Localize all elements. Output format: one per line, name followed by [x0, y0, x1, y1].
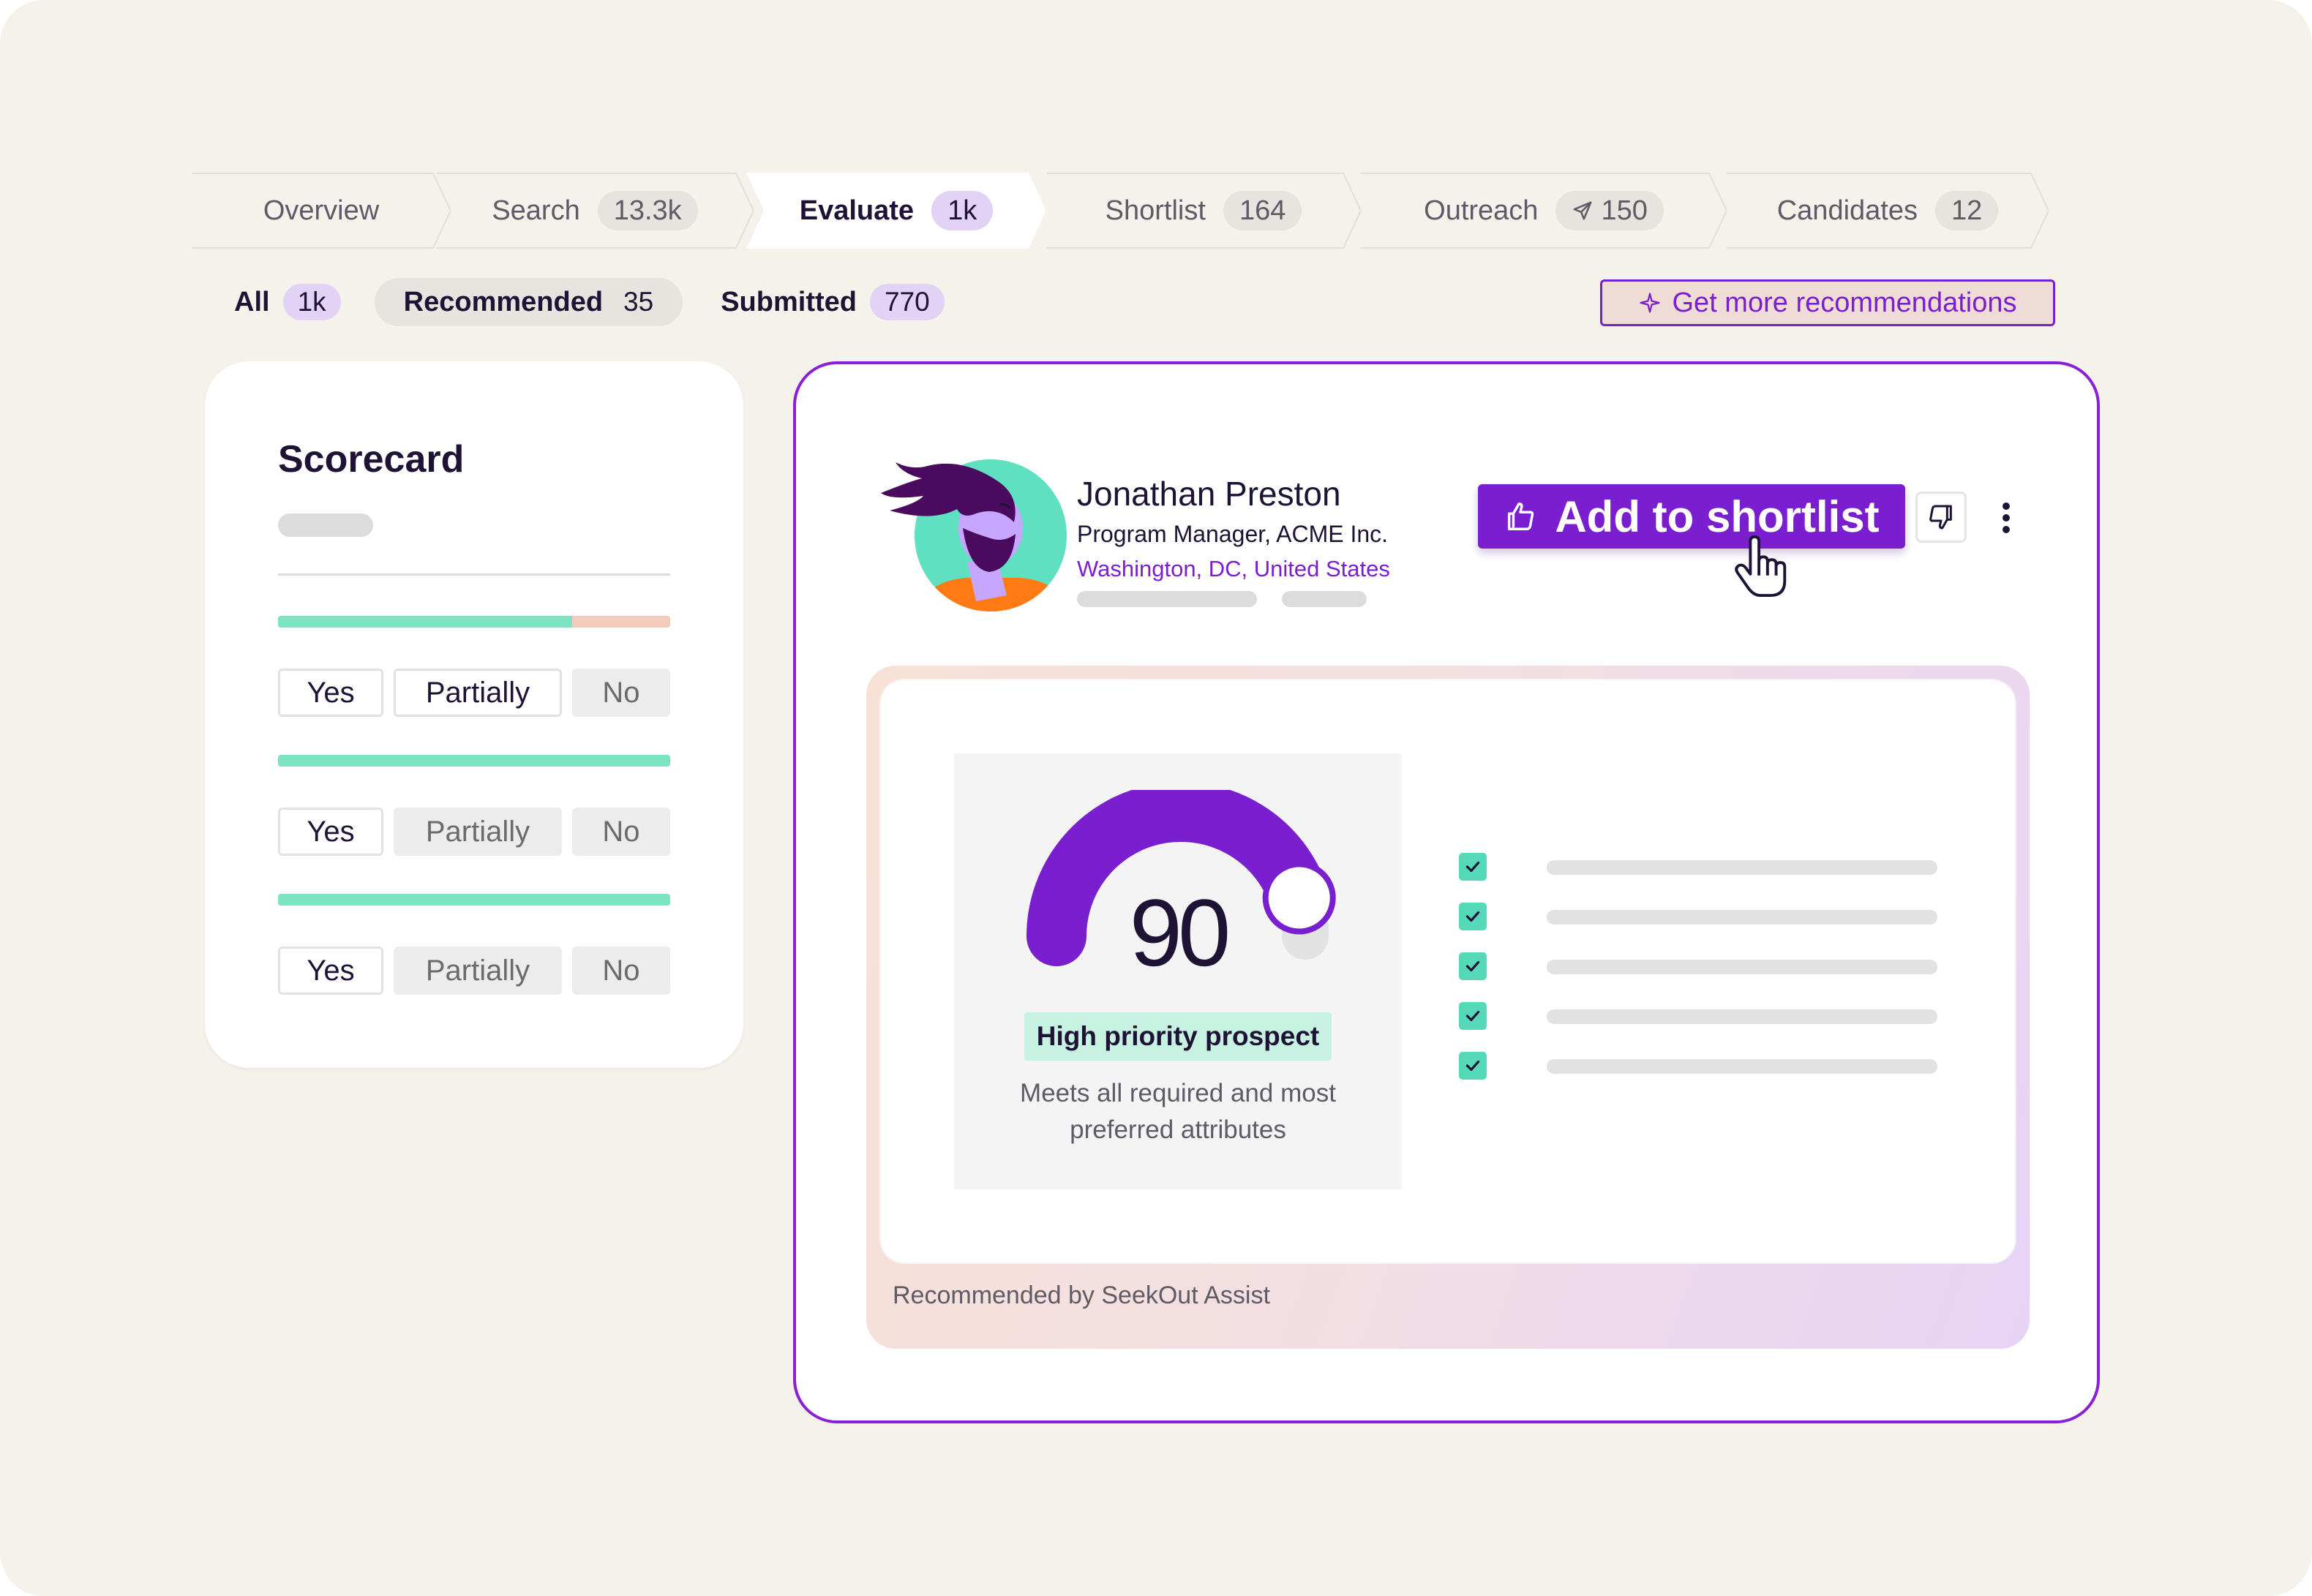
add-to-shortlist-button[interactable]: Add to shortlist [1478, 484, 1905, 549]
option-yes[interactable]: Yes [278, 669, 383, 717]
tab-shortlist[interactable]: Shortlist 164 [1046, 173, 1361, 249]
more-vertical-icon [2003, 502, 2010, 533]
filter-recommended[interactable]: Recommended 35 [374, 278, 683, 326]
placeholder-pill [278, 513, 373, 537]
assist-content: 90 High priority prospect Meets all requ… [881, 680, 2015, 1262]
candidate-title: Program Manager, ACME Inc. [1077, 521, 1389, 547]
option-no[interactable]: No [572, 946, 670, 995]
filter-label: Submitted [721, 286, 857, 317]
placeholder-line [1547, 1059, 1937, 1074]
get-more-label: Get more recommendations [1672, 287, 2017, 318]
send-icon [1573, 201, 1592, 220]
scorecard-panel: Scorecard Yes Partially No Yes Partially… [205, 361, 743, 1068]
tab-overview[interactable]: Overview [192, 173, 451, 249]
tab-label: Evaluate [799, 195, 915, 226]
checklist-item [1459, 853, 1942, 881]
tab-count: 1k [931, 191, 994, 230]
criterion-progress-bar [278, 616, 670, 628]
filter-count: 770 [869, 284, 945, 320]
dislike-button[interactable] [1915, 492, 1967, 543]
checklist-item [1459, 952, 1942, 980]
option-partially[interactable]: Partially [394, 946, 562, 995]
candidate-location: Washington, DC, United States [1077, 556, 1390, 581]
option-yes[interactable]: Yes [278, 946, 383, 995]
tab-count-value: 150 [1601, 195, 1648, 226]
seekout-assist-panel: 90 High priority prospect Meets all requ… [866, 666, 2030, 1349]
criterion-progress-bar [278, 755, 670, 767]
checkbox-checked-icon [1459, 903, 1487, 930]
more-options-button[interactable] [1992, 496, 2021, 540]
tab-label: Shortlist [1105, 195, 1206, 226]
filter-all[interactable]: All 1k [234, 278, 341, 326]
priority-badge: High priority prospect [1024, 1012, 1332, 1061]
tab-count: 150 [1555, 191, 1664, 230]
placeholder-line [1547, 960, 1937, 974]
filter-count: 35 [623, 287, 654, 317]
page: Overview Search 13.3k Evaluate 1k Shortl… [0, 0, 2312, 1596]
tab-candidates[interactable]: Candidates 12 [1727, 173, 2049, 249]
checklist-item [1459, 903, 1942, 930]
tab-count: 12 [1934, 191, 1999, 230]
thumbs-up-icon [1508, 502, 1534, 530]
shortlist-label: Add to shortlist [1555, 492, 1880, 541]
pipeline-stages: Overview Search 13.3k Evaluate 1k Shortl… [192, 173, 2050, 249]
placeholder-line [1547, 860, 1937, 875]
tab-count: 13.3k [597, 191, 698, 230]
candidate-card: Jonathan Preston Program Manager, ACME I… [793, 361, 2100, 1423]
tab-outreach[interactable]: Outreach 150 [1361, 173, 1727, 249]
checklist-item [1459, 1002, 1942, 1030]
option-no[interactable]: No [572, 808, 670, 856]
priority-description: Meets all required and most preferred at… [1020, 1079, 1336, 1144]
filter-bar: All 1k Recommended 35 Submitted 770 [234, 278, 945, 326]
placeholder-line [1547, 1009, 1937, 1024]
checkbox-checked-icon [1459, 1002, 1487, 1030]
filter-count: 1k [282, 284, 341, 320]
criterion-progress-bar [278, 894, 670, 906]
filter-submitted[interactable]: Submitted 770 [721, 278, 945, 326]
tab-label: Outreach [1424, 195, 1539, 226]
option-no[interactable]: No [572, 669, 670, 717]
option-partially[interactable]: Partially [394, 808, 562, 856]
divider [278, 573, 670, 576]
match-score-box: 90 High priority prospect Meets all requ… [954, 753, 1402, 1189]
option-yes[interactable]: Yes [278, 808, 383, 856]
hand-pointer-cursor-icon [1735, 535, 1787, 598]
tab-count: 164 [1223, 191, 1302, 230]
get-more-recommendations-button[interactable]: Get more recommendations [1600, 279, 2055, 326]
tab-label: Overview [263, 195, 380, 226]
match-score: 90 [1129, 879, 1231, 986]
option-partially[interactable]: Partially [394, 669, 562, 717]
criterion-options: Yes Partially No [278, 946, 670, 995]
checkbox-checked-icon [1459, 853, 1487, 881]
placeholder-line [1547, 910, 1937, 925]
candidate-name[interactable]: Jonathan Preston [1077, 474, 1341, 513]
tab-evaluate[interactable]: Evaluate 1k [746, 173, 1046, 249]
filter-label: All [234, 286, 270, 317]
placeholder-line [1282, 591, 1367, 607]
tab-label: Candidates [1776, 195, 1918, 226]
checklist-item [1459, 1052, 1942, 1080]
thumbs-down-icon [1929, 505, 1952, 530]
checkbox-checked-icon [1459, 952, 1487, 980]
placeholder-line [1077, 591, 1257, 607]
scorecard-title: Scorecard [278, 438, 465, 481]
tab-search[interactable]: Search 13.3k [436, 173, 754, 249]
checkbox-checked-icon [1459, 1052, 1487, 1080]
criterion-options: Yes Partially No [278, 669, 670, 717]
tab-label: Search [492, 195, 580, 226]
criterion-options: Yes Partially No [278, 808, 670, 856]
filter-label: Recommended [403, 286, 604, 317]
assist-attribution: Recommended by SeekOut Assist [893, 1281, 1270, 1309]
sparkle-icon [1639, 293, 1660, 313]
